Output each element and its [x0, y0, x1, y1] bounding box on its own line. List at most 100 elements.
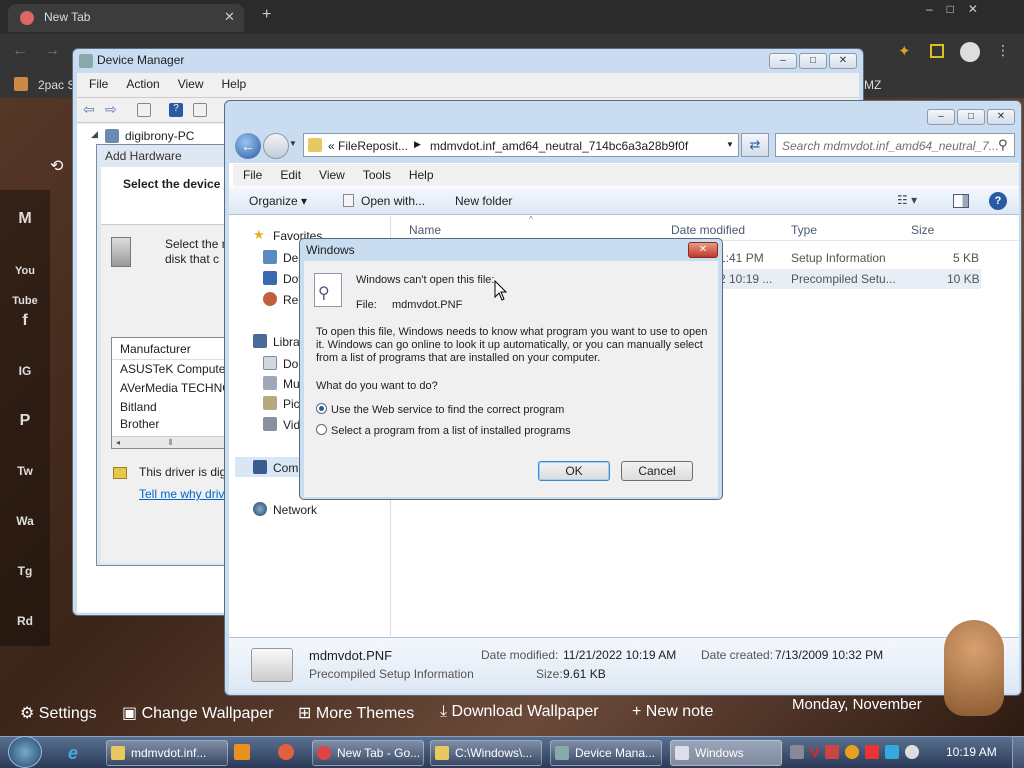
nav-computer[interactable]: Com — [273, 461, 298, 475]
explorer-back-button[interactable]: ← — [235, 133, 261, 159]
preview-pane-icon[interactable] — [953, 194, 969, 208]
dialog-close-button[interactable]: ✕ — [688, 242, 718, 258]
menu-edit[interactable]: Edit — [280, 164, 301, 186]
menu-help[interactable]: Help — [409, 164, 434, 186]
column-name[interactable]: Name — [409, 223, 441, 237]
media-player-icon[interactable] — [234, 744, 250, 760]
settings-link[interactable]: ⚙ Settings — [20, 703, 97, 723]
menu-tools[interactable]: Tools — [363, 164, 391, 186]
nav-music[interactable]: Mu — [283, 377, 300, 391]
close-button[interactable]: ✕ — [829, 53, 857, 69]
change-wallpaper-link[interactable]: ▣ Change Wallpaper — [122, 703, 274, 723]
menu-view[interactable]: View — [319, 164, 345, 186]
maximize-button[interactable]: □ — [799, 53, 827, 69]
taskbar-device-manager[interactable]: Device Mana... — [550, 740, 662, 766]
browser-menu-icon[interactable]: ⋮ — [996, 42, 1010, 59]
radio-web-service[interactable]: Use the Web service to find the correct … — [316, 403, 564, 416]
tray-antivirus-icon[interactable]: V — [810, 744, 819, 760]
tray-flag-icon[interactable] — [865, 745, 880, 759]
download-wallpaper-link[interactable]: ⤓ Download Wallpaper — [440, 703, 599, 721]
recent-pages-icon[interactable]: ▼ — [289, 139, 297, 148]
show-desktop-button[interactable] — [1012, 736, 1024, 768]
tray-display-icon[interactable] — [885, 745, 900, 759]
tray-volume-icon[interactable] — [905, 745, 920, 759]
help-icon[interactable]: ? — [169, 103, 183, 117]
more-themes-link[interactable]: ⊞ More Themes — [298, 703, 414, 723]
start-button[interactable] — [8, 736, 42, 768]
open-with-button[interactable]: Open with... — [361, 194, 425, 208]
tree-root[interactable]: digibrony-PC — [125, 129, 194, 143]
column-size[interactable]: Size — [911, 223, 934, 237]
taskbar-explorer[interactable]: mdmvdot.inf... — [106, 740, 228, 766]
forward-icon[interactable]: ⇨ — [105, 101, 117, 118]
ok-button[interactable]: OK — [538, 461, 610, 481]
pinterest-icon[interactable]: P — [8, 406, 42, 436]
forward-arrow-icon[interactable]: → — [44, 42, 60, 60]
taskbar-clock[interactable]: 10:19 AM — [946, 745, 997, 759]
bookmark-item-right[interactable]: MZ — [864, 78, 881, 92]
properties-icon[interactable] — [137, 103, 151, 117]
address-part-2[interactable]: mdmvdot.inf_amd64_neutral_714bc6a3a28b9f… — [430, 139, 688, 153]
explorer-minimize-button[interactable]: – — [927, 109, 955, 125]
extension-puzzle-icon[interactable]: ✦ — [898, 42, 911, 60]
nav-libraries[interactable]: Libra — [273, 335, 300, 349]
nav-network[interactable]: Network — [273, 503, 317, 517]
instagram-icon[interactable]: IG — [8, 356, 42, 386]
nav-videos[interactable]: Vid — [283, 418, 300, 432]
tree-expand-icon[interactable]: ◢ — [91, 129, 98, 140]
refresh-button[interactable]: ⇄ — [741, 133, 769, 157]
facebook-icon[interactable]: f — [8, 306, 42, 336]
profile-icon[interactable] — [960, 42, 980, 62]
explorer-forward-button[interactable] — [263, 133, 289, 159]
view-options-icon[interactable]: ☷ ▾ — [897, 193, 917, 207]
new-note-link[interactable]: + New note — [632, 703, 713, 721]
menu-view[interactable]: View — [178, 73, 204, 95]
bookmark-item[interactable]: 2pac S — [38, 78, 75, 92]
manufacturer-item[interactable]: AVerMedia TECHNO — [112, 379, 232, 398]
radio-select-program[interactable]: Select a program from a list of installe… — [316, 424, 571, 437]
gmail-icon[interactable]: M — [8, 204, 42, 234]
sidebar-panel-icon[interactable] — [930, 44, 944, 58]
address-part-1[interactable]: « FileReposit... — [328, 139, 408, 153]
tray-settings-icon[interactable] — [790, 745, 804, 759]
tray-tool-icon[interactable] — [825, 745, 840, 759]
back-icon[interactable]: ⇦ — [83, 101, 95, 118]
taskbar-windows-folder[interactable]: C:\Windows\... — [430, 740, 542, 766]
taskbar-windows-dialog[interactable]: Windows — [670, 740, 782, 766]
scan-icon[interactable] — [193, 103, 207, 117]
minimize-button[interactable]: – — [769, 53, 797, 69]
back-arrow-icon[interactable]: ← — [12, 42, 28, 60]
youtube-icon[interactable]: You Tube — [2, 256, 48, 307]
manufacturer-item[interactable]: Bitland — [112, 398, 232, 417]
tab-close-icon[interactable]: ✕ — [224, 9, 235, 25]
horizontal-scrollbar[interactable]: ◂ ⦀ — [112, 436, 232, 448]
menu-file[interactable]: File — [89, 73, 108, 95]
manufacturer-item[interactable]: Brother — [112, 417, 232, 429]
telegram-icon[interactable]: Tg — [8, 556, 42, 586]
paint-icon[interactable] — [278, 744, 294, 760]
menu-file[interactable]: File — [243, 164, 262, 186]
organize-button[interactable]: Organize ▾ — [249, 194, 307, 208]
menu-action[interactable]: Action — [126, 73, 159, 95]
new-tab-icon[interactable]: + — [262, 6, 271, 24]
help-icon[interactable]: ? — [989, 192, 1007, 210]
search-input[interactable]: Search mdmvdot.inf_amd64_neutral_7... — [782, 139, 999, 153]
search-box[interactable]: Search mdmvdot.inf_amd64_neutral_7... ⚲ — [775, 133, 1015, 157]
twitter-icon[interactable]: Tw — [8, 456, 42, 486]
address-dropdown-icon[interactable]: ▼ — [726, 140, 734, 149]
explorer-close-button[interactable]: ✕ — [987, 109, 1015, 125]
explorer-maximize-button[interactable]: □ — [957, 109, 985, 125]
new-folder-button[interactable]: New folder — [455, 194, 512, 208]
tray-search-icon[interactable] — [845, 745, 860, 759]
manufacturer-header[interactable]: Manufacturer — [112, 338, 232, 360]
taskbar-chrome[interactable]: New Tab - Go... — [312, 740, 424, 766]
reddit-icon[interactable]: Rd — [8, 606, 42, 636]
whatsapp-icon[interactable]: Wa — [8, 506, 42, 536]
driver-link[interactable]: Tell me why driv — [139, 487, 224, 501]
column-type[interactable]: Type — [791, 223, 817, 237]
column-date[interactable]: Date modified — [671, 223, 745, 237]
ie-icon[interactable]: e — [68, 743, 78, 764]
manufacturer-item[interactable]: ASUSTeK Computer — [112, 360, 232, 379]
address-bar[interactable]: « FileReposit... ▶ mdmvdot.inf_amd64_neu… — [303, 133, 739, 157]
history-icon[interactable]: ⟲ — [50, 156, 63, 176]
